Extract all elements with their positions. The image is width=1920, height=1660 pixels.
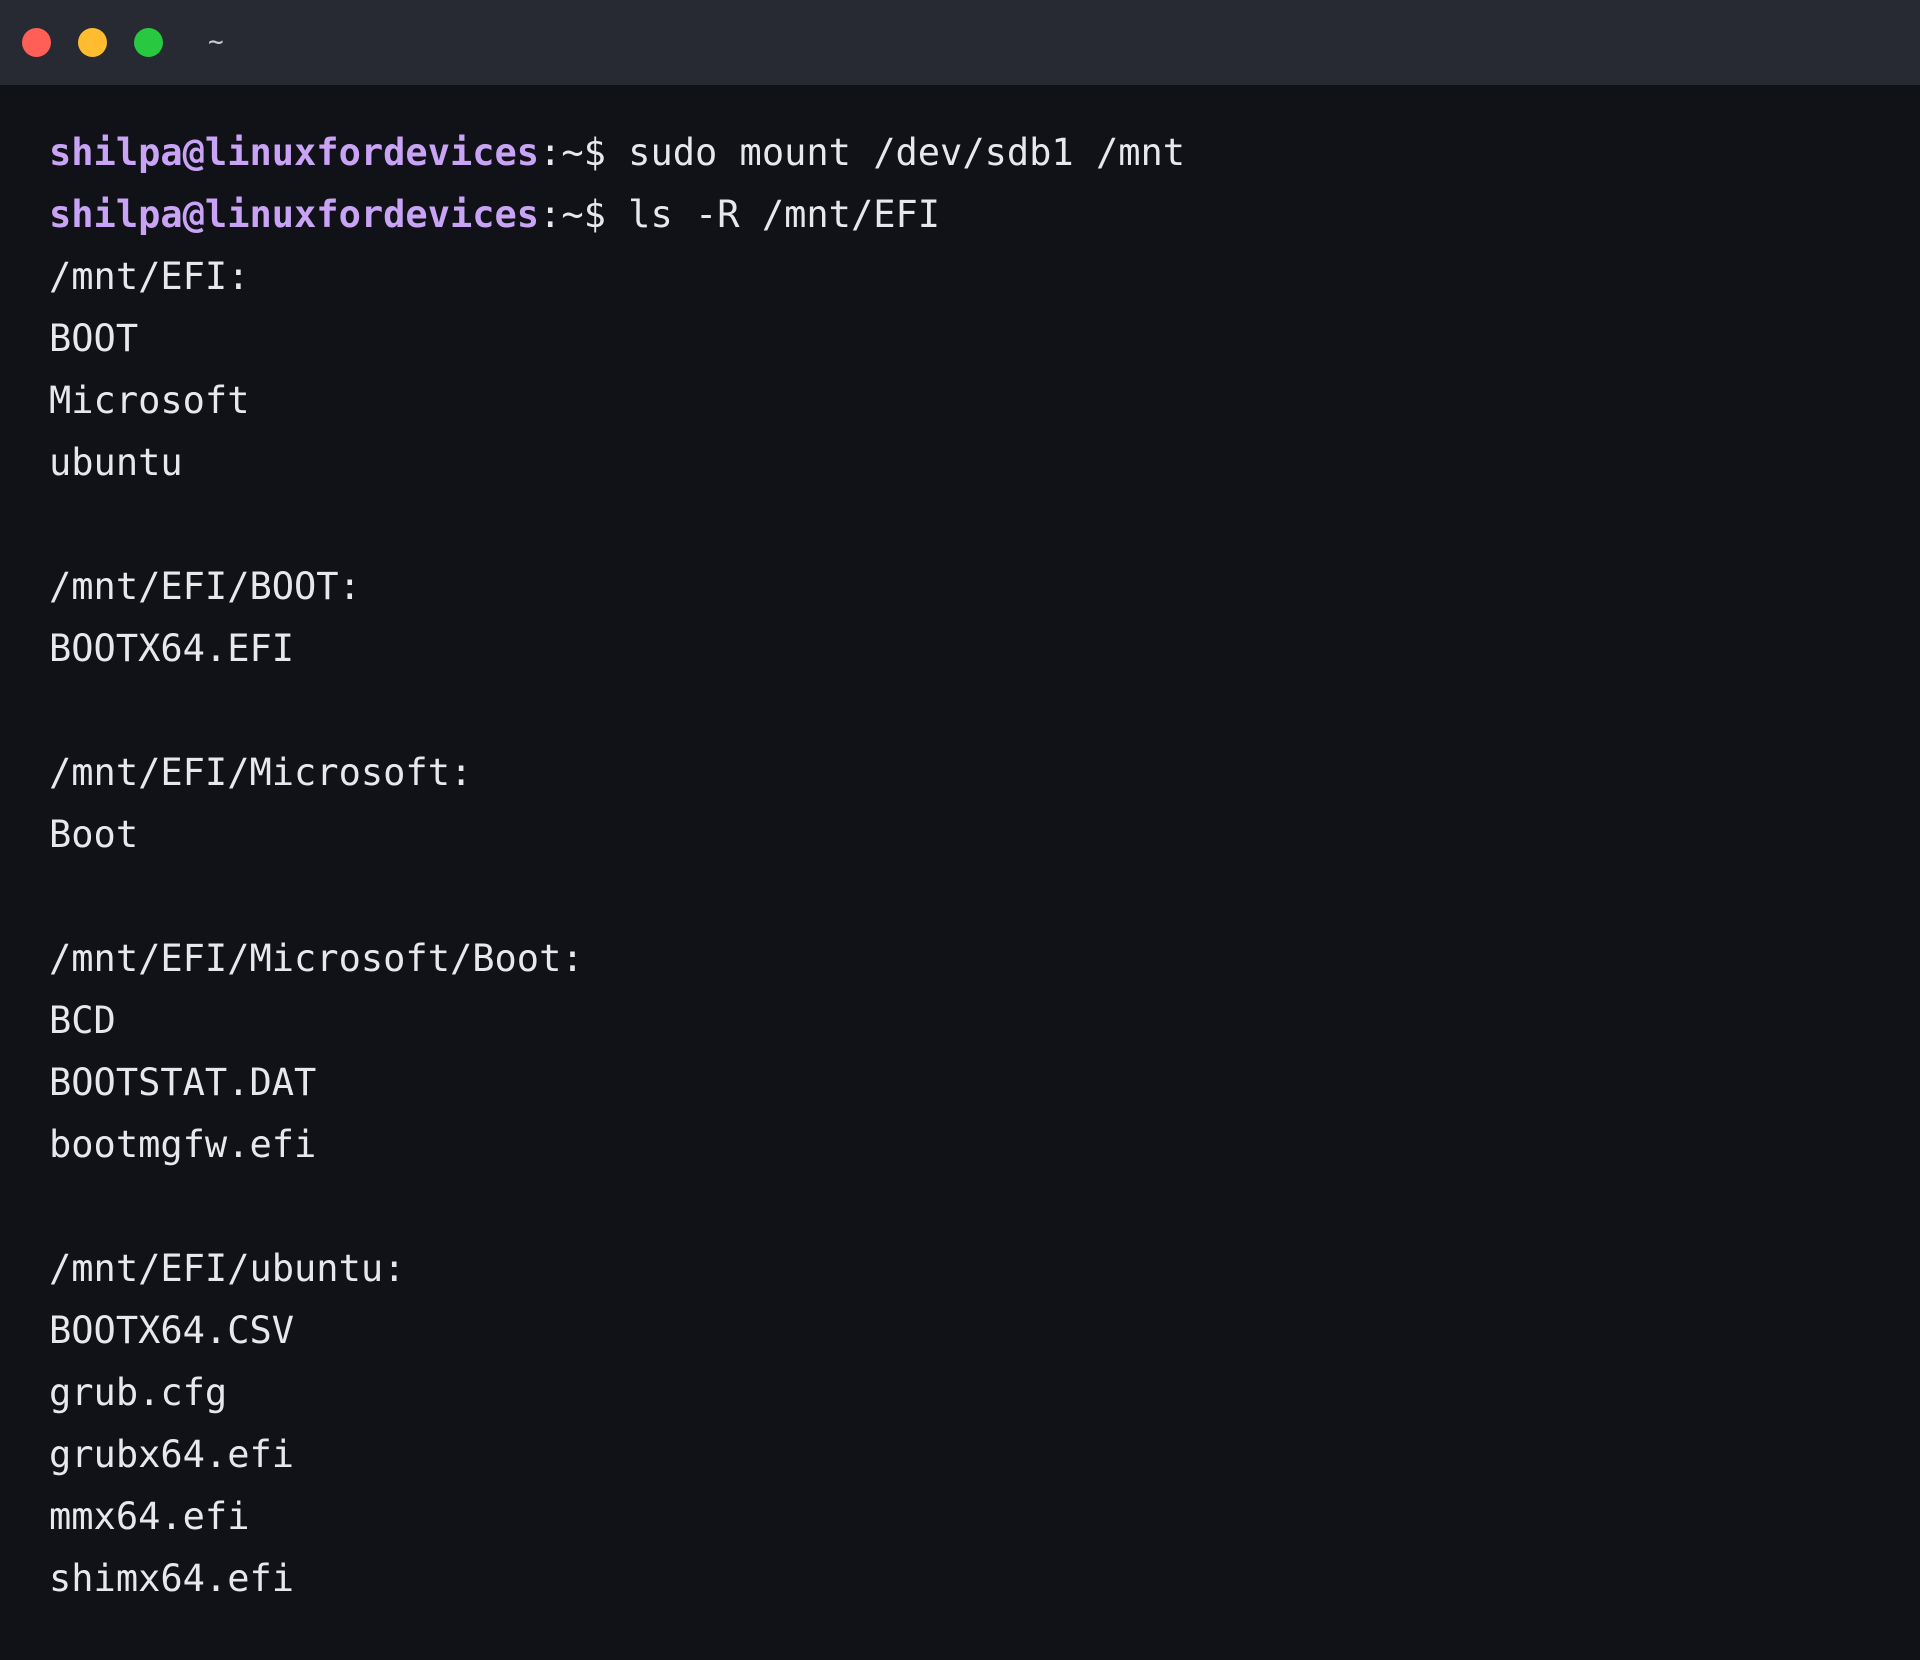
- output-line: BCD: [49, 999, 116, 1042]
- command-text: sudo mount /dev/sdb1 /mnt: [605, 131, 1186, 174]
- terminal-window: ~ shilpa@linuxfordevices:~$ sudo mount /…: [0, 0, 1920, 1660]
- output-line: ubuntu: [49, 441, 183, 484]
- output-line: grubx64.efi: [49, 1433, 295, 1476]
- output-line: bootmgfw.efi: [49, 1123, 317, 1166]
- prompt-path: :~$: [539, 193, 606, 236]
- maximize-button[interactable]: [134, 28, 163, 57]
- output-line: mmx64.efi: [49, 1495, 250, 1538]
- output-line: /mnt/EFI/Microsoft/Boot:: [49, 937, 584, 980]
- terminal-output[interactable]: shilpa@linuxfordevices:~$ sudo mount /de…: [49, 122, 1900, 1610]
- command-line: shilpa@linuxfordevices:~$ sudo mount /de…: [49, 122, 1900, 184]
- window-title: ~: [208, 27, 224, 57]
- output-line: shimx64.efi: [49, 1557, 295, 1600]
- command-text: ls -R /mnt/EFI: [605, 193, 941, 236]
- prompt-user-host: shilpa@linuxfordevices: [49, 131, 540, 174]
- title-bar: ~: [0, 0, 1920, 85]
- output-line: BOOTSTAT.DAT: [49, 1061, 317, 1104]
- close-button[interactable]: [22, 28, 51, 57]
- output-line: BOOT: [49, 317, 139, 360]
- output-line: /mnt/EFI/ubuntu:: [49, 1247, 406, 1290]
- output-line: grub.cfg: [49, 1371, 228, 1414]
- command-output: /mnt/EFI: BOOT Microsoft ubuntu/mnt/EFI/BOO…: [49, 246, 1900, 1610]
- output-line: /mnt/EFI/Microsoft:: [49, 751, 473, 794]
- output-line: Boot: [49, 813, 139, 856]
- output-line: BOOTX64.CSV: [49, 1309, 295, 1352]
- output-line: Microsoft: [49, 379, 250, 422]
- output-line: BOOTX64.EFI: [49, 627, 295, 670]
- prompt-user-host: shilpa@linuxfordevices: [49, 193, 540, 236]
- output-line: /mnt/EFI:: [49, 255, 250, 298]
- prompt-path: :~$: [539, 131, 606, 174]
- output-line: /mnt/EFI/BOOT:: [49, 565, 361, 608]
- minimize-button[interactable]: [78, 28, 107, 57]
- command-line: shilpa@linuxfordevices:~$ ls -R /mnt/EFI: [49, 184, 1900, 246]
